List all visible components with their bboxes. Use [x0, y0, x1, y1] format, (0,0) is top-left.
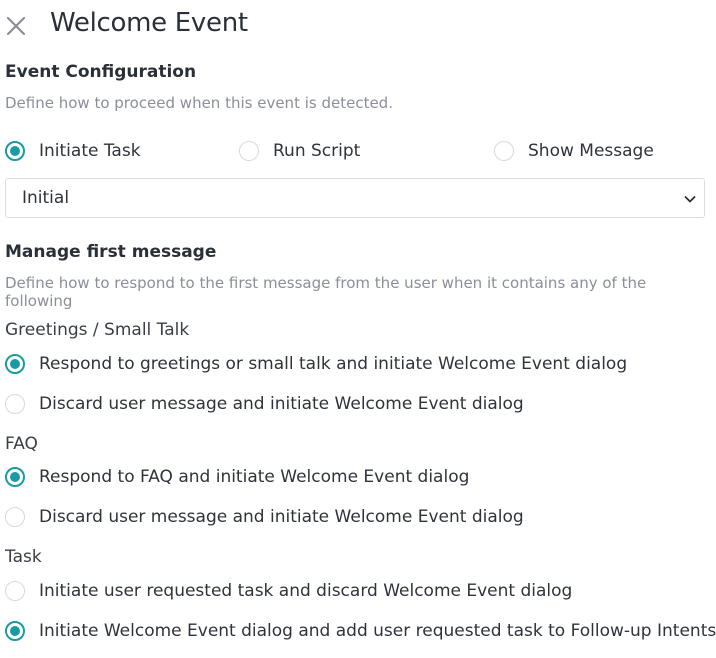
radio-button[interactable]	[239, 141, 259, 161]
group-label-faq: FAQ	[5, 434, 38, 454]
radio-label: Initiate Welcome Event dialog and add us…	[39, 621, 716, 641]
radio-button[interactable]	[5, 507, 25, 527]
radio-label: Run Script	[273, 141, 361, 161]
radio-button-checked[interactable]	[5, 354, 25, 374]
manage-first-message-title: Manage first message	[5, 242, 217, 262]
radio-faq-discard[interactable]: Discard user message and initiate Welcom…	[5, 507, 524, 527]
radio-task-initiate-welcome[interactable]: Initiate Welcome Event dialog and add us…	[5, 621, 716, 641]
radio-initiate-task[interactable]: Initiate Task	[5, 141, 141, 161]
page-title: Welcome Event	[50, 8, 248, 38]
radio-faq-respond[interactable]: Respond to FAQ and initiate Welcome Even…	[5, 467, 469, 487]
radio-button-checked[interactable]	[5, 621, 25, 641]
group-label-greetings: Greetings / Small Talk	[5, 320, 190, 340]
task-select-value: Initial	[22, 188, 70, 208]
radio-greetings-respond[interactable]: Respond to greetings or small talk and i…	[5, 354, 627, 374]
close-icon	[6, 16, 26, 36]
radio-label: Discard user message and initiate Welcom…	[39, 394, 524, 414]
radio-button-checked[interactable]	[5, 467, 25, 487]
radio-label: Discard user message and initiate Welcom…	[39, 507, 524, 527]
radio-button[interactable]	[5, 581, 25, 601]
radio-task-initiate-user[interactable]: Initiate user requested task and discard…	[5, 581, 572, 601]
event-configuration-title: Event Configuration	[5, 62, 197, 82]
radio-button[interactable]	[494, 141, 514, 161]
radio-label: Show Message	[528, 141, 654, 161]
group-label-task: Task	[5, 547, 42, 567]
radio-label: Respond to FAQ and initiate Welcome Even…	[39, 467, 470, 487]
task-select[interactable]: Initial	[5, 178, 705, 218]
radio-label: Respond to greetings or small talk and i…	[39, 354, 628, 374]
radio-button[interactable]	[5, 394, 25, 414]
manage-first-message-description: Define how to respond to the first messa…	[5, 274, 647, 310]
radio-greetings-discard[interactable]: Discard user message and initiate Welcom…	[5, 394, 524, 414]
radio-show-message[interactable]: Show Message	[494, 141, 654, 161]
dialog-header: Welcome Event	[0, 0, 716, 50]
radio-run-script[interactable]: Run Script	[239, 141, 360, 161]
chevron-down-icon	[684, 196, 696, 203]
close-button[interactable]	[4, 14, 28, 38]
radio-button-checked[interactable]	[5, 141, 25, 161]
radio-label: Initiate user requested task and discard…	[39, 581, 573, 601]
radio-label: Initiate Task	[39, 141, 141, 161]
event-configuration-description: Define how to proceed when this event is…	[5, 94, 393, 112]
